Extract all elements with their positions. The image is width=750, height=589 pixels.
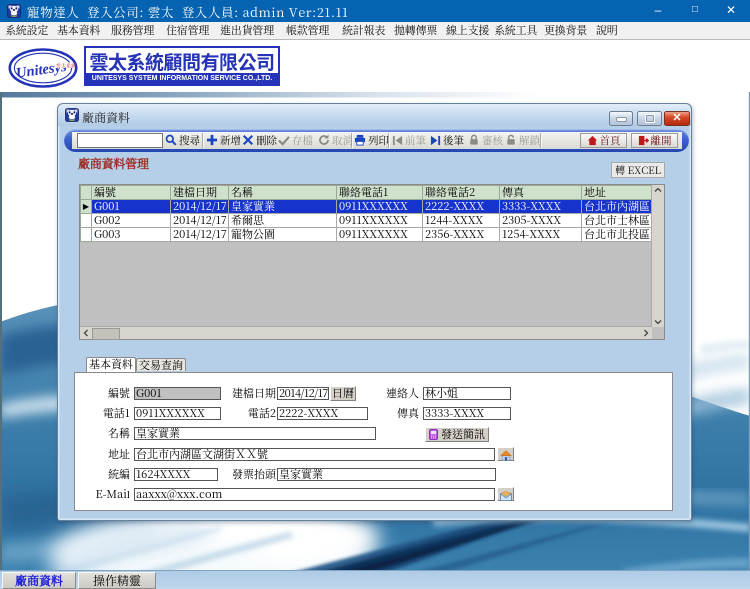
svg-text:雲太系統: 雲太系統 [56, 62, 77, 69]
